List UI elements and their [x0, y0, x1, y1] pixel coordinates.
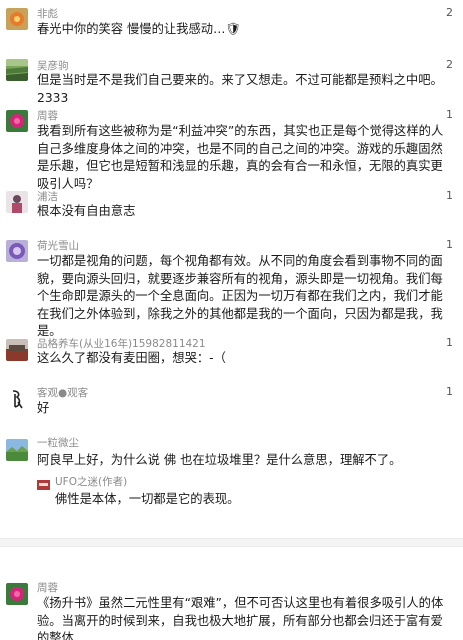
comment-username[interactable]: 周蓉	[37, 108, 58, 123]
avatar[interactable]	[6, 388, 28, 410]
comment-item: 客观●观客 1 好	[0, 385, 463, 421]
comment-username[interactable]: 周蓉	[37, 580, 58, 595]
comment-text: 根本没有自由意志	[37, 204, 136, 218]
comment-username[interactable]: 荷光雪山	[37, 238, 79, 253]
avatar[interactable]	[6, 439, 28, 461]
comment-username[interactable]: 浦洁	[37, 189, 58, 204]
comment-text: 我看到所有这些被称为是“利益冲突”的东西，其实也正是每个觉得这样的人自己多维度身…	[37, 124, 444, 191]
like-count[interactable]: 1	[446, 108, 453, 121]
comment-username[interactable]: 品格养车(从业16年)15982811421	[37, 336, 206, 351]
comment-item: 周蓉 《扬升书》虽然二元性里有“艰难”，但不可否认这里也有着很多吸引人的体验。当…	[0, 580, 463, 640]
avatar[interactable]	[6, 59, 28, 81]
reply-username[interactable]: UFO之迷(作者)	[55, 474, 127, 489]
avatar[interactable]	[6, 8, 28, 30]
author-reply: UFO之迷(作者) 佛性是本体，一切都是它的表现。	[37, 474, 455, 506]
comment-item: 吴彦驹 2 但是当时是不是我们自己要来的。来了又想走。不过可能都是预料之中吧。2…	[0, 58, 463, 105]
comment-text: 《扬升书》虽然二元性里有“艰难”，但不可否认这里也有着很多吸引人的体验。当离开的…	[37, 596, 444, 640]
like-count[interactable]: 2	[446, 6, 453, 19]
avatar[interactable]	[37, 475, 50, 490]
comment-username[interactable]: 客观●观客	[37, 385, 88, 400]
comment-item: 浦洁 1 根本没有自由意志	[0, 189, 463, 225]
comment-item: 荷光雪山 1 一切都是视角的问题，每个视角都有效。从不同的角度会看到事物不同的面…	[0, 238, 463, 338]
like-count[interactable]: 1	[446, 336, 453, 349]
comment-text: 好	[37, 401, 50, 415]
comment-item: 品格养车(从业16年)15982811421 1 这么久了都没有麦田圈，想哭：-…	[0, 336, 463, 372]
avatar[interactable]	[6, 191, 28, 213]
like-count[interactable]: 1	[446, 385, 453, 398]
avatar[interactable]	[6, 110, 28, 132]
comment-text: 这么久了都没有麦田圈，想哭：-（	[37, 351, 226, 365]
like-count[interactable]: 1	[446, 238, 453, 251]
section-divider	[0, 538, 463, 547]
avatar[interactable]	[6, 339, 28, 361]
avatar[interactable]	[6, 240, 28, 262]
comment-text: 阿良早上好，为什么说 佛 也在垃圾堆里？是什么意思，理解不了。	[37, 453, 402, 467]
comment-username[interactable]: 非彪	[37, 6, 58, 21]
comment-text: 但是当时是不是我们自己要来的。来了又想走。不过可能都是预料之中吧。2333	[37, 73, 443, 105]
like-count[interactable]: 1	[446, 189, 453, 202]
comment-text: 一切都是视角的问题，每个视角都有效。从不同的角度会看到事物不同的面貌，要向源头回…	[37, 254, 443, 338]
comment-text: 春光中你的笑容 慢慢的让我感动…🛡	[37, 22, 241, 36]
comment-item: 非彪 2 春光中你的笑容 慢慢的让我感动…🛡	[0, 6, 463, 42]
avatar[interactable]	[6, 583, 28, 605]
reply-text: 佛性是本体，一切都是它的表现。	[55, 492, 240, 506]
comment-username[interactable]: 吴彦驹	[37, 58, 69, 73]
comment-item: 一粒微尘 阿良早上好，为什么说 佛 也在垃圾堆里？是什么意思，理解不了。 UFO…	[0, 435, 463, 515]
comment-username[interactable]: 一粒微尘	[37, 435, 79, 450]
like-count[interactable]: 2	[446, 58, 453, 71]
comment-item: 周蓉 1 我看到所有这些被称为是“利益冲突”的东西，其实也正是每个觉得这样的人自…	[0, 108, 463, 191]
